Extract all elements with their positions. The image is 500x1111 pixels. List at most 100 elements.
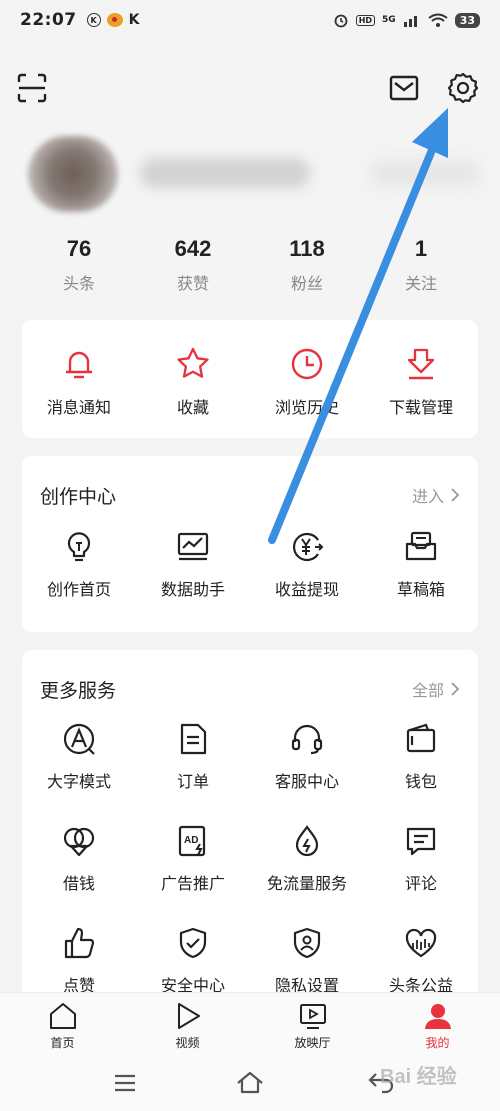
stat-value: 1 — [414, 236, 428, 261]
stat-value: 118 — [289, 236, 325, 261]
stat-following[interactable]: 1 关注 — [364, 236, 478, 306]
creator-center-card: 创作中心 进入 创作首页 数据助手 收益提现 草稿箱 — [22, 456, 478, 632]
lightbulb-icon — [67, 532, 91, 562]
watermark: Bai 经验 — [380, 1066, 457, 1088]
service-customer-support[interactable]: 客服中心 — [250, 722, 364, 824]
service-comments[interactable]: 评论 — [364, 824, 478, 926]
avatar[interactable] — [28, 136, 118, 212]
bell-icon — [66, 351, 92, 379]
grid-label: 广告推广 — [160, 874, 225, 893]
loan-icon — [63, 827, 95, 857]
service-loan[interactable]: 借钱 — [22, 824, 136, 926]
stat-label: 关注 — [404, 274, 437, 293]
wallet-icon — [406, 723, 436, 753]
yuan-icon — [293, 532, 324, 562]
more-label: 进入 — [411, 487, 444, 506]
play-icon — [177, 1003, 200, 1029]
nav-label: 放映厅 — [294, 1036, 331, 1050]
k-app-icon: K — [128, 12, 140, 28]
grid-label: 数据助手 — [160, 580, 225, 599]
more-label: 全部 — [411, 681, 444, 700]
grid-label: 草稿箱 — [396, 580, 445, 599]
grid-label: 客服中心 — [274, 772, 339, 791]
hd-icon: HD — [355, 14, 376, 26]
headset-icon — [291, 724, 323, 755]
nav-label: 我的 — [425, 1036, 450, 1050]
bottom-nav: 首页 视频 放映厅 我的 — [0, 992, 500, 1056]
gear-icon[interactable] — [446, 71, 480, 105]
nav-cinema[interactable]: 放映厅 — [250, 993, 375, 1056]
username-blurred — [140, 158, 310, 188]
service-orders[interactable]: 订单 — [136, 722, 250, 824]
quick-history[interactable]: 浏览历史 — [250, 320, 364, 438]
notification-k-icon: K — [86, 13, 101, 27]
stat-value: 76 — [66, 236, 92, 261]
quick-favorites[interactable]: 收藏 — [136, 320, 250, 438]
system-home-icon[interactable] — [236, 1070, 264, 1094]
svg-text:AD: AD — [184, 835, 198, 846]
battery-icon: 33 — [454, 12, 480, 28]
nav-profile[interactable]: 我的 — [375, 993, 500, 1056]
nav-label: 首页 — [50, 1036, 75, 1050]
top-bar — [0, 60, 500, 116]
nav-video[interactable]: 视频 — [125, 993, 250, 1056]
data-drop-icon — [295, 825, 319, 857]
nav-home[interactable]: 首页 — [0, 993, 125, 1056]
weibo-icon — [106, 13, 123, 27]
home-icon — [49, 1003, 76, 1029]
mail-icon[interactable] — [388, 72, 420, 104]
ad-icon: AD — [178, 825, 206, 857]
cinema-icon — [299, 1004, 326, 1029]
large-font-icon — [63, 723, 95, 755]
draft-box-icon — [405, 531, 437, 561]
service-ads[interactable]: AD 广告推广 — [136, 824, 250, 926]
service-large-font[interactable]: 大字模式 — [22, 722, 136, 824]
stat-followers[interactable]: 118 粉丝 — [250, 236, 364, 306]
chevron-right-icon — [451, 682, 460, 696]
grid-label: 钱包 — [404, 772, 437, 791]
chart-icon — [177, 532, 209, 561]
stat-posts[interactable]: 76 头条 — [22, 236, 136, 306]
thumbs-up-icon — [64, 927, 95, 959]
quick-notifications[interactable]: 消息通知 — [22, 320, 136, 438]
cell-signal-icon — [403, 16, 417, 27]
quick-label: 消息通知 — [46, 398, 111, 417]
comment-icon — [406, 827, 436, 856]
profile-link-blurred[interactable] — [370, 160, 480, 186]
creator-home[interactable]: 创作首页 — [22, 530, 136, 626]
clock-icon — [291, 348, 323, 380]
quick-label: 下载管理 — [388, 398, 453, 417]
status-bar: 22:07 K K HD 5G 33 — [0, 0, 500, 40]
profile-icon — [424, 1004, 451, 1029]
download-icon — [407, 348, 435, 380]
charity-icon — [405, 928, 437, 958]
service-free-data[interactable]: 免流量服务 — [250, 824, 364, 926]
scan-icon[interactable] — [16, 72, 48, 104]
profile-header[interactable] — [0, 120, 500, 220]
creator-data-assistant[interactable]: 数据助手 — [136, 530, 250, 626]
recent-apps-icon[interactable] — [114, 1074, 136, 1092]
nav-label: 视频 — [175, 1036, 200, 1050]
grid-label: 收益提现 — [274, 580, 339, 599]
alarm-icon — [334, 14, 348, 28]
grid-label: 大字模式 — [46, 772, 111, 791]
signal-5g-icon: 5G — [382, 15, 396, 25]
grid-label: 创作首页 — [46, 580, 111, 599]
chevron-right-icon — [451, 488, 460, 502]
creator-drafts[interactable]: 草稿箱 — [364, 530, 478, 626]
stat-label: 头条 — [62, 274, 95, 293]
grid-label: 订单 — [176, 772, 209, 791]
quick-label: 收藏 — [176, 398, 209, 417]
stat-likes[interactable]: 642 获赞 — [136, 236, 250, 306]
services-all-link[interactable]: 全部 — [412, 677, 460, 701]
profile-stats: 76 头条 642 获赞 118 粉丝 1 关注 — [22, 236, 478, 306]
quick-downloads[interactable]: 下载管理 — [364, 320, 478, 438]
privacy-icon — [293, 927, 321, 959]
creator-enter-link[interactable]: 进入 — [412, 483, 460, 507]
shield-icon — [179, 927, 207, 959]
service-wallet[interactable]: 钱包 — [364, 722, 478, 824]
quick-label: 浏览历史 — [274, 398, 339, 417]
star-icon — [177, 347, 209, 378]
order-icon — [180, 723, 207, 755]
creator-earnings[interactable]: 收益提现 — [250, 530, 364, 626]
